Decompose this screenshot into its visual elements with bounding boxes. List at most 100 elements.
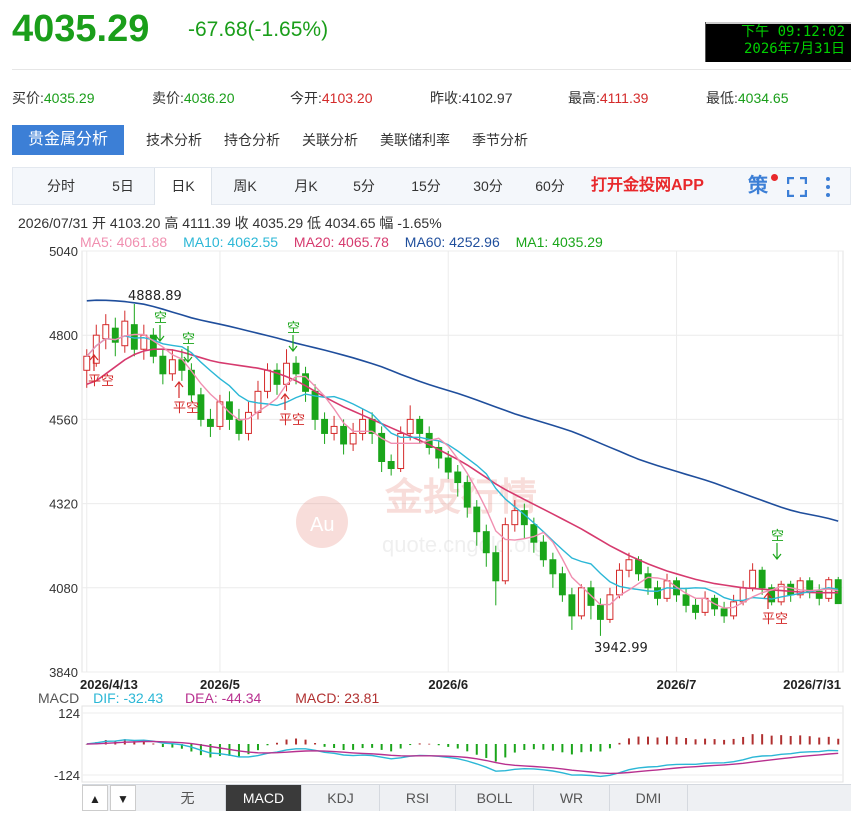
cover-short-label: 平空 bbox=[173, 401, 199, 416]
candle bbox=[492, 545, 500, 606]
scroll-up-button[interactable]: ▲ bbox=[82, 785, 108, 811]
candle-body bbox=[501, 524, 509, 582]
candle-body bbox=[406, 418, 414, 434]
candle-body bbox=[159, 355, 167, 375]
indicator-boll[interactable]: BOLL bbox=[456, 785, 534, 811]
candle-body bbox=[701, 597, 709, 613]
candle-body bbox=[530, 524, 538, 543]
candle bbox=[673, 577, 680, 602]
candle bbox=[558, 566, 566, 602]
short-signal-label: 空 bbox=[182, 332, 195, 347]
macd-panel: 124 -124 bbox=[54, 705, 844, 783]
candle-body bbox=[635, 559, 642, 575]
indicator-none[interactable]: 无 bbox=[150, 785, 226, 811]
candle bbox=[159, 349, 167, 385]
candle bbox=[549, 552, 557, 588]
indicator-dmi[interactable]: DMI bbox=[610, 785, 688, 811]
candle bbox=[178, 349, 186, 381]
indicator-kdj[interactable]: KDJ bbox=[302, 785, 380, 811]
y-tick-label: 4560 bbox=[49, 412, 78, 427]
candle bbox=[606, 587, 614, 623]
macd-y-label: 124 bbox=[58, 706, 80, 721]
candle-body bbox=[720, 608, 728, 617]
candle bbox=[206, 408, 214, 437]
candle-body bbox=[416, 418, 424, 434]
candle bbox=[577, 584, 585, 620]
candle-body bbox=[787, 583, 795, 596]
macd-value-label: MACD: 23.81 bbox=[295, 690, 380, 706]
candle bbox=[111, 317, 119, 357]
indicator-wr[interactable]: WR bbox=[534, 785, 610, 811]
scroll-down-button[interactable]: ▼ bbox=[110, 785, 136, 811]
candle bbox=[273, 363, 281, 395]
candle bbox=[121, 310, 129, 353]
candle-body bbox=[121, 320, 129, 347]
y-axis: 5040 4800 4560 4320 4080 3840 bbox=[49, 244, 78, 680]
y-tick-label: 4080 bbox=[49, 581, 78, 596]
candle-body bbox=[625, 559, 633, 571]
indicator-macd[interactable]: MACD bbox=[226, 785, 302, 811]
candle bbox=[349, 422, 357, 451]
candle-body bbox=[492, 552, 500, 582]
candle-body bbox=[454, 471, 462, 484]
candle-body bbox=[654, 587, 661, 599]
low-price-label: 3942.99 bbox=[594, 641, 648, 656]
candle-body bbox=[102, 324, 110, 340]
high-price-label: 4888.89 bbox=[128, 289, 182, 304]
candle bbox=[758, 566, 766, 595]
candle-body bbox=[168, 359, 176, 375]
candle bbox=[245, 401, 252, 441]
down-arrow-icon bbox=[772, 543, 782, 560]
y-tick-label: 5040 bbox=[49, 244, 78, 259]
x-tick-label: 2026/7/31 bbox=[783, 677, 841, 692]
candle bbox=[568, 587, 576, 630]
candle-body bbox=[749, 569, 757, 589]
y-tick-label: 4800 bbox=[49, 328, 78, 343]
ma10-line bbox=[86, 335, 839, 602]
candle-body bbox=[473, 506, 481, 533]
candle-body bbox=[235, 418, 243, 434]
candle-body bbox=[596, 604, 604, 620]
indicator-bar: ▲ ▼ 无 MACD KDJ RSI BOLL WR DMI bbox=[82, 784, 851, 811]
macd-legend: MACD DIF: -32.43 DEA: -44.34 MACD: 23.81 bbox=[38, 690, 379, 706]
candle-body bbox=[558, 573, 566, 596]
short-signal-label: 空 bbox=[154, 311, 167, 326]
candle-body bbox=[644, 573, 652, 589]
short-signal-label: 空 bbox=[287, 321, 300, 336]
candle bbox=[654, 580, 661, 606]
candle-body bbox=[206, 418, 214, 427]
candle bbox=[501, 517, 509, 585]
candle bbox=[701, 591, 709, 616]
candle bbox=[387, 454, 395, 476]
y-tick-label: 3840 bbox=[49, 665, 78, 680]
candle bbox=[806, 577, 814, 599]
candle-body bbox=[834, 579, 842, 605]
macd-y-label: -124 bbox=[54, 768, 80, 783]
down-arrow-icon bbox=[155, 325, 165, 342]
candle-body bbox=[577, 587, 585, 617]
candle bbox=[235, 408, 243, 441]
x-tick-label: 2026/7 bbox=[657, 677, 697, 692]
candle-body bbox=[83, 355, 91, 371]
candle-body bbox=[397, 432, 405, 470]
candle bbox=[140, 324, 148, 360]
cover-short-label: 平空 bbox=[279, 413, 305, 428]
candle bbox=[749, 563, 757, 592]
candle bbox=[587, 580, 595, 620]
candle-body bbox=[292, 362, 300, 375]
indicator-rsi[interactable]: RSI bbox=[380, 785, 456, 811]
dea-label: DEA: -44.34 bbox=[185, 690, 262, 706]
candle bbox=[796, 577, 804, 599]
candle-body bbox=[730, 601, 738, 617]
candle bbox=[130, 303, 138, 357]
dea-line bbox=[86, 740, 839, 775]
candle-body bbox=[511, 510, 519, 526]
candle-body bbox=[539, 541, 547, 561]
candle-body bbox=[340, 425, 348, 445]
candle-body bbox=[245, 411, 252, 434]
ma-lines bbox=[86, 299, 839, 609]
candle bbox=[378, 426, 386, 473]
candle-body bbox=[330, 425, 338, 434]
candle bbox=[368, 412, 376, 444]
candle-body bbox=[349, 432, 357, 445]
